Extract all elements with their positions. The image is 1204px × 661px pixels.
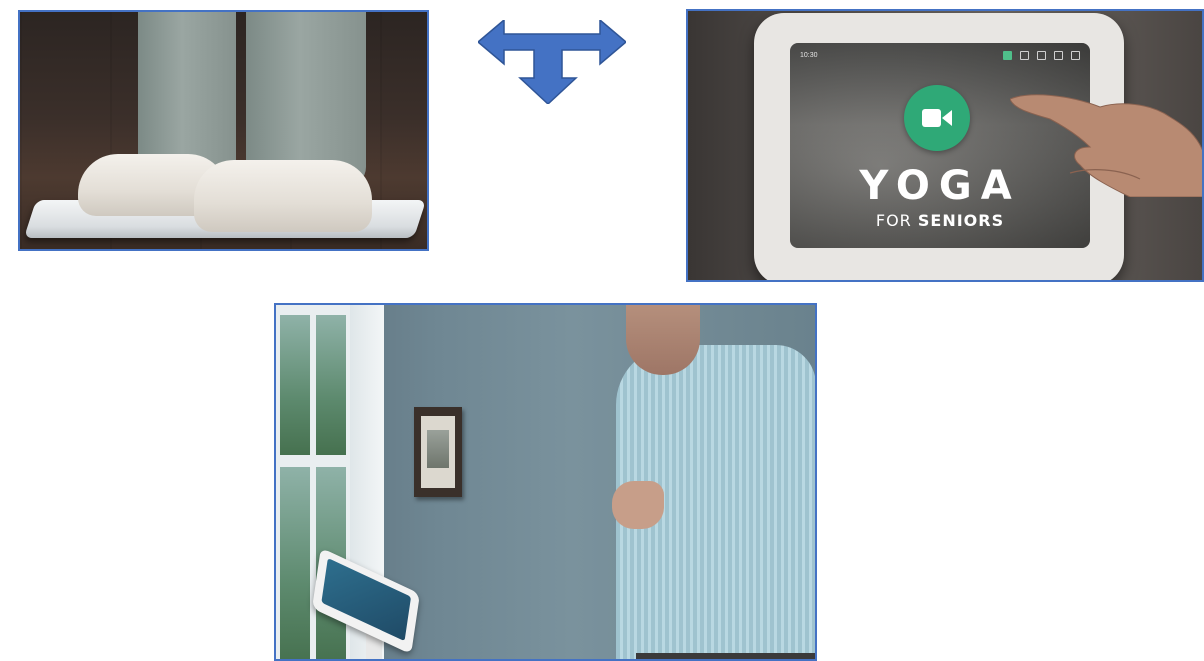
photo-man-with-kiosk xyxy=(274,303,817,661)
pointing-hand xyxy=(1010,94,1202,197)
subtitle-prefix: FOR xyxy=(875,211,912,230)
man-head xyxy=(626,305,700,375)
photo-smart-display: 10:30 YOGA FOR SENIORS xyxy=(686,9,1204,282)
video-camera-icon xyxy=(922,109,952,127)
status-time: 10:30 xyxy=(800,51,818,59)
figure-canvas: 10:30 YOGA FOR SENIORS xyxy=(0,0,1204,661)
person-tab-icon xyxy=(1020,50,1029,60)
home-tab-icon xyxy=(1003,50,1012,60)
sock-right xyxy=(194,160,372,232)
video-call-button xyxy=(904,85,970,151)
music-tab-icon xyxy=(1054,50,1063,60)
man-pants xyxy=(636,653,815,659)
yoga-subtitle: FOR SENIORS xyxy=(790,211,1090,230)
device-scene: 10:30 YOGA FOR SENIORS xyxy=(688,11,1202,280)
photo-feet-on-scale xyxy=(18,10,429,251)
bell-tab-icon xyxy=(1037,50,1046,60)
calendar-tab-icon xyxy=(1071,50,1080,60)
wall-picture xyxy=(414,407,462,497)
status-bar: 10:30 xyxy=(800,49,1080,61)
t-shaped-double-arrow-icon xyxy=(476,18,628,106)
subtitle-emphasis: SENIORS xyxy=(917,211,1005,230)
room-scene xyxy=(276,305,815,659)
hand-on-belly xyxy=(612,481,664,529)
feet-scene xyxy=(20,12,427,249)
